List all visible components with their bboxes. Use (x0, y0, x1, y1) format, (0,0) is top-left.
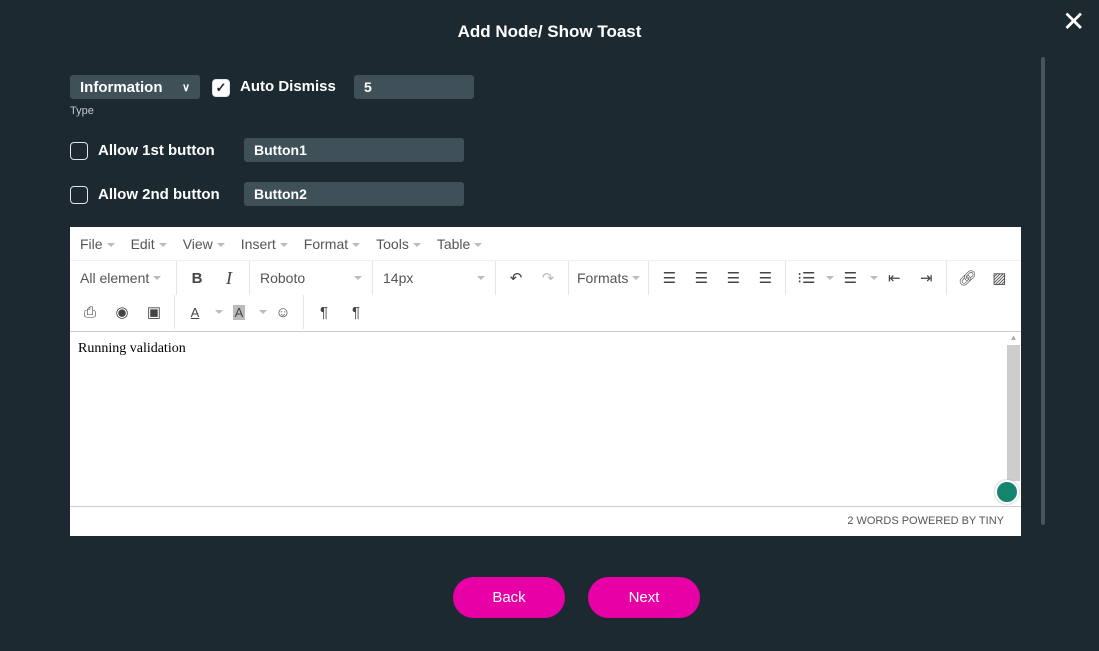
undo-icon[interactable]: ↶ (500, 269, 532, 287)
link-icon[interactable]: 🔗︎ (951, 269, 983, 287)
editor-statusbar: 2 WORDS POWERED BY TINY (70, 506, 1021, 536)
element-select[interactable]: All element (70, 261, 177, 295)
size-select[interactable]: 14px (373, 261, 496, 295)
type-select-value: Information (80, 78, 163, 96)
italic-icon[interactable]: I (213, 268, 245, 289)
background-color-icon[interactable]: A (223, 304, 255, 321)
image-icon[interactable]: ▨ (983, 269, 1015, 287)
auto-dismiss-checkbox[interactable]: ✓ (212, 79, 230, 97)
menu-view-label: View (182, 235, 213, 252)
rich-text-editor: File Edit View Insert Format Tools Table… (70, 227, 1021, 536)
check-icon: ✓ (215, 80, 227, 95)
menu-insert[interactable]: Insert (241, 236, 288, 252)
allow-1st-button-label: Allow 1st button (98, 142, 215, 159)
bold-icon[interactable]: B (181, 270, 213, 287)
next-button[interactable]: Next (588, 577, 700, 618)
allow-1st-button-checkbox[interactable] (70, 142, 88, 160)
editor-text: Running validation (78, 341, 186, 356)
menu-insert-label: Insert (240, 235, 276, 252)
back-button[interactable]: Back (453, 577, 565, 618)
font-select-value: Roboto (260, 270, 306, 286)
rtl-icon[interactable]: ¶ (340, 304, 372, 321)
button1-input[interactable]: Button1 (244, 138, 464, 162)
type-label: Type (70, 105, 94, 117)
redo-icon[interactable]: ↷ (532, 269, 564, 287)
formats-select[interactable]: Formats (569, 261, 650, 295)
menu-file[interactable]: File (80, 236, 115, 252)
align-left-icon[interactable]: ☰ (653, 269, 685, 287)
type-select[interactable]: Information ∨ (70, 75, 200, 99)
preview-eye-icon[interactable]: ◉ (106, 303, 138, 321)
align-center-icon[interactable]: ☰ (685, 269, 717, 287)
menu-table[interactable]: Table (436, 235, 483, 252)
auto-dismiss-label: Auto Dismiss (240, 78, 336, 95)
menu-file-label: File (80, 235, 103, 252)
editor-toolbar-row2: ⎙ ◉ ▣ A A ☺ ¶ ¶ (70, 295, 1021, 329)
bullet-list-icon[interactable]: ⁝☰ (790, 269, 822, 287)
formats-select-value: Formats (577, 270, 629, 286)
menu-format[interactable]: Format (303, 235, 361, 252)
ltr-icon[interactable]: ¶ (308, 304, 340, 321)
editor-content[interactable]: Running validation (70, 331, 1021, 507)
scroll-up-icon[interactable]: ▲ (1006, 331, 1021, 345)
emoticon-icon[interactable]: ☺ (267, 304, 299, 321)
allow-2nd-button-label: Allow 2nd button (98, 186, 220, 203)
outdent-icon[interactable]: ⇤ (878, 269, 910, 287)
dialog-title: Add Node/ Show Toast (457, 22, 642, 41)
text-color-icon[interactable]: A (179, 305, 211, 320)
chevron-down-icon: ∨ (181, 81, 190, 94)
menu-tools-label: Tools (376, 235, 409, 252)
auto-dismiss-input[interactable]: 5 (354, 75, 474, 99)
button2-input[interactable]: Button2 (244, 182, 464, 206)
media-icon[interactable]: ▣ (138, 303, 170, 321)
dialog-scrollbar[interactable] (1041, 57, 1045, 525)
element-select-value: All element (80, 270, 150, 286)
menu-view[interactable]: View (183, 236, 225, 252)
menu-table-label: Table (436, 235, 471, 252)
indent-icon[interactable]: ⇥ (910, 269, 942, 287)
font-select[interactable]: Roboto (250, 261, 373, 295)
numbered-list-icon[interactable]: ☰ (834, 269, 866, 287)
close-icon[interactable]: ✕ (1062, 8, 1085, 36)
align-right-icon[interactable]: ☰ (717, 269, 749, 287)
print-icon[interactable]: ⎙ (74, 304, 106, 321)
grammarly-icon[interactable] (995, 480, 1019, 504)
menu-edit[interactable]: Edit (131, 236, 167, 252)
scrollbar-thumb[interactable] (1007, 345, 1020, 481)
menu-tools[interactable]: Tools (376, 236, 421, 252)
editor-menubar: File Edit View Insert Format Tools Table (70, 227, 1021, 261)
menu-format-label: Format (303, 235, 349, 252)
allow-2nd-button-checkbox[interactable] (70, 186, 88, 204)
align-justify-icon[interactable]: ☰ (749, 269, 781, 287)
editor-toolbar-row1: All element BI Roboto 14px ↶ ↷ Formats ☰ ☰… (70, 261, 1021, 295)
menu-edit-label: Edit (130, 235, 155, 252)
size-select-value: 14px (383, 270, 414, 286)
